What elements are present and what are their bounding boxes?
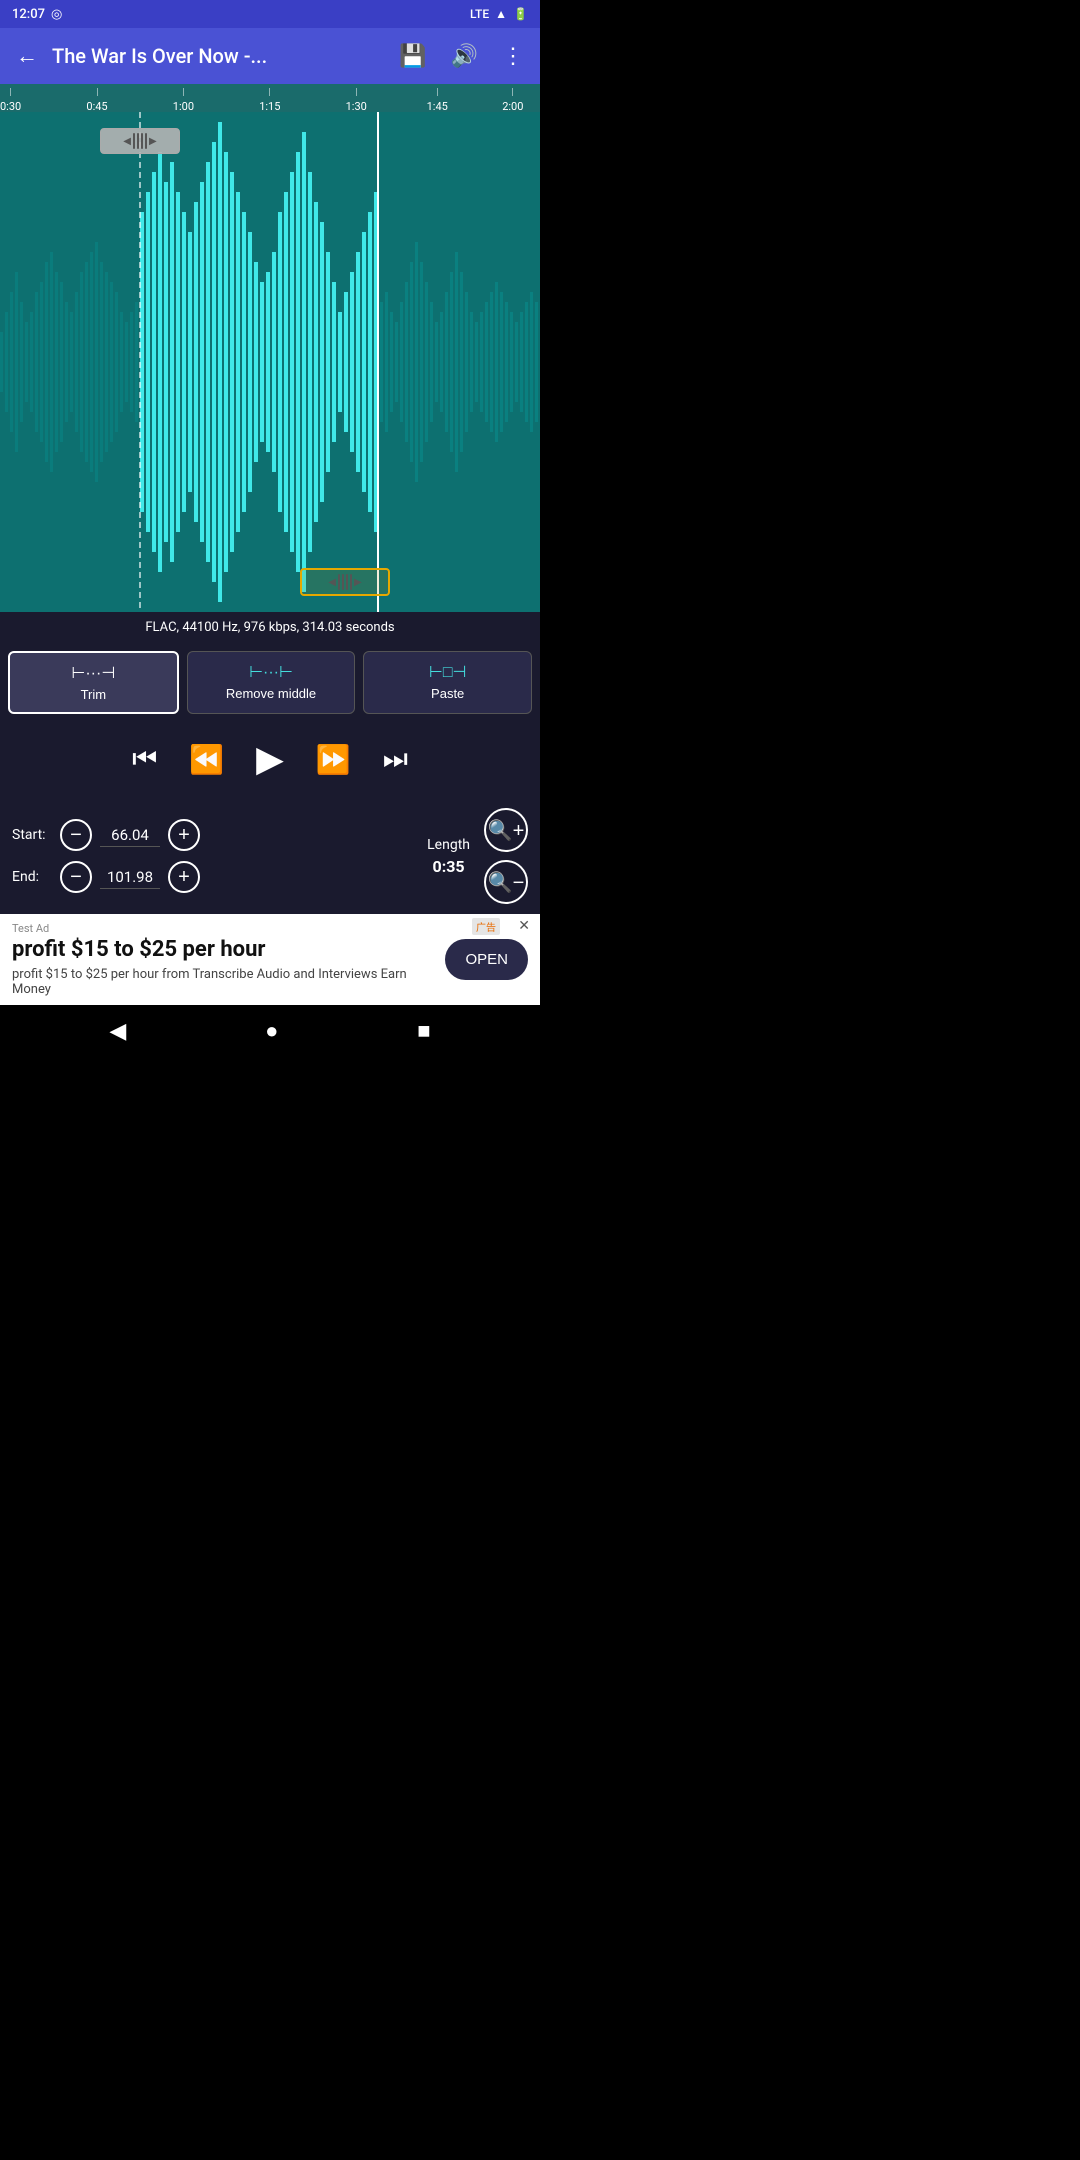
start-row: Start: − 66.04 + [12,819,417,851]
nav-recents-button[interactable]: ■ [417,1018,430,1044]
forward-button[interactable]: ⏩ [312,739,355,780]
trim-button[interactable]: ⊢···⊣ Trim [8,651,179,714]
save-button[interactable]: 💾 [395,39,430,73]
ad-text: Test Ad profit $15 to $25 per hour profi… [12,922,435,997]
ruler-mark-145: 1:45 [427,84,448,112]
handle-lines [133,133,147,149]
ruler-mark-115: 1:15 [259,84,280,112]
play-button[interactable]: ▶ [252,734,288,784]
handle-lines2 [338,574,352,590]
lte-label: LTE [470,7,489,21]
ruler-mark-200: 2:00 [502,84,523,112]
signal-icon: ▲ [495,7,507,21]
trim-label: Trim [81,687,107,702]
app-bar: ← The War Is Over Now -... 💾 🔊 ⋮ [0,28,540,84]
ruler-mark-130: 1:30 [346,84,367,112]
status-time: 12:07 [12,7,45,22]
zoom-in-icon: 🔍+ [488,818,525,843]
paste-button[interactable]: ⊢□⊣ Paste [363,651,532,714]
start-plus-button[interactable]: + [168,819,200,851]
rewind-button[interactable]: ⏪ [185,739,228,780]
ruler-marks: 0:30 0:45 1:00 1:15 1:30 1:45 2:00 [0,84,540,112]
back-button[interactable]: ← [12,39,42,73]
end-plus-button[interactable]: + [168,861,200,893]
remove-middle-label: Remove middle [226,686,316,701]
remove-middle-icon: ⊢···⊢ [249,662,293,682]
end-minus-button[interactable]: − [60,861,92,893]
status-icon: ◎ [51,7,62,22]
app-bar-icons: 💾 🔊 ⋮ [395,39,528,73]
ruler-mark-030: 0:30 [0,84,21,112]
left-trim-handle[interactable]: ◀ ▶ [100,128,180,154]
zoom-in-button[interactable]: 🔍+ [484,808,528,852]
nav-home-button[interactable]: ● [265,1018,278,1044]
nav-back-button[interactable]: ◀ [109,1018,126,1044]
waveform-container[interactable]: ◀ ▶ ◀ ▶ [0,112,540,612]
bottom-nav: ◀ ● ■ [0,1005,540,1057]
remove-middle-button[interactable]: ⊢···⊢ Remove middle [187,651,356,714]
length-label: Length [427,837,470,853]
ad-tag: 广告 [472,918,500,935]
right-trim-handle[interactable]: ◀ ▶ [300,568,390,596]
zoom-out-button[interactable]: 🔍− [484,860,528,904]
skip-start-button[interactable]: ⏮ [128,739,161,780]
timeline-ruler: 0:30 0:45 1:00 1:15 1:30 1:45 2:00 [0,84,540,112]
paste-label: Paste [431,686,464,701]
more-button[interactable]: ⋮ [498,39,528,73]
battery-icon: 🔋 [513,7,528,21]
volume-button[interactable]: 🔊 [447,39,482,73]
left-arrow2: ◀ [328,577,336,588]
right-arrow2: ▶ [354,577,362,588]
length-value: 0:35 [433,857,465,876]
right-arrow: ▶ [149,136,157,147]
zoom-out-icon: 🔍− [488,870,525,895]
ad-headline: profit $15 to $25 per hour [12,937,435,963]
file-info-text: FLAC, 44100 Hz, 976 kbps, 314.03 seconds [145,620,394,635]
left-arrow: ◀ [123,136,131,147]
status-left: 12:07 ◎ [12,7,62,22]
ruler-mark-100: 1:00 [173,84,194,112]
ad-subtext: profit $15 to $25 per hour from Transcri… [12,967,435,997]
ad-banner: 广告 ✕ Test Ad profit $15 to $25 per hour … [0,914,540,1005]
start-value: 66.04 [100,824,160,847]
waveform-svg [0,112,540,612]
trim-icon: ⊢···⊣ [71,663,115,683]
se-controls: Start: − 66.04 + End: − 101.98 + Length … [0,798,540,914]
transport: ⏮ ⏪ ▶ ⏩ ⏭ [0,722,540,798]
end-row: End: − 101.98 + [12,861,417,893]
se-left: Start: − 66.04 + End: − 101.98 + [12,819,417,893]
status-bar: 12:07 ◎ LTE ▲ 🔋 [0,0,540,28]
length-box: Length 0:35 [427,837,470,876]
ad-test-label: Test Ad [12,922,435,935]
file-info: FLAC, 44100 Hz, 976 kbps, 314.03 seconds [0,612,540,643]
ruler-mark-045: 0:45 [86,84,107,112]
start-label: Start: [12,827,52,843]
end-label: End: [12,869,52,885]
app-title: The War Is Over Now -... [52,44,385,68]
end-value: 101.98 [100,866,160,889]
skip-end-button[interactable]: ⏭ [379,739,412,780]
start-minus-button[interactable]: − [60,819,92,851]
paste-icon: ⊢□⊣ [429,662,467,682]
status-right: LTE ▲ 🔋 [470,7,528,21]
ad-close-button[interactable]: ✕ [518,918,530,934]
zoom-buttons: 🔍+ 🔍− [484,808,528,904]
ad-open-button[interactable]: OPEN [445,939,528,980]
edit-modes: ⊢···⊣ Trim ⊢···⊢ Remove middle ⊢□⊣ Paste [0,643,540,722]
